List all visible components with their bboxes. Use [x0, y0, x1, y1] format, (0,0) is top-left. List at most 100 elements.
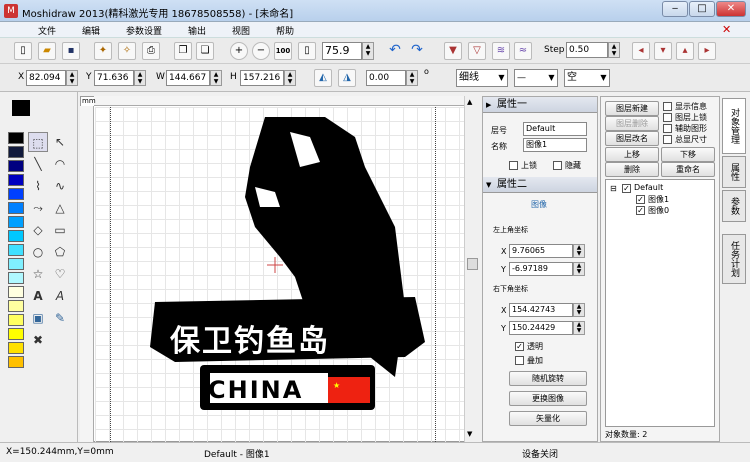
heart-icon[interactable]: ♡	[50, 264, 70, 284]
undo-icon[interactable]: ↶	[386, 42, 404, 60]
zoom-100-icon[interactable]: 100	[274, 42, 292, 60]
tl-x-input[interactable]: 9.76065	[509, 244, 573, 258]
palette-swatch[interactable]	[8, 286, 24, 298]
open-file-icon[interactable]: ▰	[38, 42, 56, 60]
diamond-icon[interactable]: ◇	[28, 220, 48, 240]
palette-swatch[interactable]	[8, 230, 24, 242]
step-spinner[interactable]: ▲ ▼	[608, 42, 620, 58]
zoom-input[interactable]: 75.9	[322, 42, 362, 60]
layer-tree[interactable]: ⊟ ✓ Default ✓ 图像1 ✓ 图像0	[605, 179, 715, 427]
hatch-icon[interactable]: ≋	[492, 42, 510, 60]
page-icon[interactable]: ▯	[298, 42, 316, 60]
print-icon[interactable]: ⎙	[142, 42, 160, 60]
bezier-icon[interactable]: ⤳	[28, 198, 48, 218]
menu-view[interactable]: 视图	[232, 24, 250, 37]
line-width-dropdown-icon[interactable]: ▼	[496, 70, 507, 86]
scroll-up-icon[interactable]: ▲	[467, 98, 472, 106]
triangle-icon[interactable]: △	[50, 198, 70, 218]
step-input[interactable]: 0.50	[566, 42, 608, 58]
zoom-out-icon[interactable]: −	[252, 42, 270, 60]
scroll-thumb[interactable]	[467, 258, 478, 270]
move-up-icon[interactable]: ▴	[676, 42, 694, 60]
replace-image-button[interactable]: 更换图像	[509, 391, 587, 406]
fill-dropdown-icon[interactable]: ▼	[598, 70, 609, 86]
minimize-button[interactable]: ‒	[662, 1, 688, 17]
polygon-icon[interactable]: ⬠	[50, 242, 70, 262]
w-spinner[interactable]: ▲ ▼	[210, 70, 222, 86]
flip-horizontal-icon[interactable]: ◭	[314, 69, 332, 87]
overlay-checkbox[interactable]	[515, 356, 524, 365]
angle-spinner[interactable]: ▲ ▼	[406, 70, 418, 86]
tree-root-checkbox[interactable]: ✓	[622, 184, 631, 193]
image-icon[interactable]: ▣	[28, 308, 48, 328]
copy-icon[interactable]: ❐	[174, 42, 192, 60]
line-icon[interactable]: ╲	[28, 154, 48, 174]
palette-swatch[interactable]	[8, 174, 24, 186]
pointer-icon[interactable]: ↖	[50, 132, 70, 152]
palette-swatch[interactable]	[8, 342, 24, 354]
collapse-1-icon[interactable]: ▶	[486, 101, 491, 109]
move-down-icon[interactable]: ▾	[654, 42, 672, 60]
align-icon[interactable]: ▼	[444, 42, 462, 60]
menu-output[interactable]: 输出	[188, 24, 206, 37]
aux-graphics-checkbox[interactable]	[663, 124, 672, 133]
tab-parameters[interactable]: 参数	[722, 190, 746, 222]
palette-swatch[interactable]	[8, 258, 24, 270]
menu-edit[interactable]: 编辑	[82, 24, 100, 37]
menu-file[interactable]: 文件	[38, 24, 56, 37]
wave-icon[interactable]: ≈	[514, 42, 532, 60]
rectangle-icon[interactable]: ▭	[50, 220, 70, 240]
tab-task-plan[interactable]: 任务计划	[722, 234, 746, 284]
flip-vertical-icon[interactable]: ◮	[338, 69, 356, 87]
tl-x-spinner[interactable]: ▲ ▼	[573, 244, 585, 258]
palette-swatch[interactable]	[8, 244, 24, 256]
y-input[interactable]: 71.636	[94, 70, 134, 86]
y-spinner[interactable]: ▲ ▼	[134, 70, 146, 86]
palette-swatch[interactable]	[8, 328, 24, 340]
tree-item-0-checkbox[interactable]: ✓	[636, 206, 645, 215]
br-x-spinner[interactable]: ▲ ▼	[573, 303, 585, 317]
palette-swatch[interactable]	[8, 146, 24, 158]
maximize-button[interactable]: □	[689, 1, 715, 17]
export-icon[interactable]: ✧	[118, 42, 136, 60]
curve-icon[interactable]: ∿	[50, 176, 70, 196]
tree-item-1-checkbox[interactable]: ✓	[636, 195, 645, 204]
transparent-checkbox[interactable]: ✓	[515, 342, 524, 351]
x-spinner[interactable]: ▲ ▼	[66, 70, 78, 86]
tab-properties[interactable]: 属性	[722, 156, 746, 188]
zoom-spinner[interactable]: ▲ ▼	[362, 42, 374, 60]
collapse-2-icon[interactable]: ▼	[486, 181, 491, 189]
layer-input[interactable]: Default	[523, 122, 587, 136]
tree-item-0-label[interactable]: 图像0	[648, 205, 669, 216]
palette-swatch[interactable]	[8, 300, 24, 312]
palette-swatch[interactable]	[8, 132, 24, 144]
move-right-icon[interactable]: ▸	[698, 42, 716, 60]
random-rotate-button[interactable]: 随机旋转	[509, 371, 587, 386]
h-spinner[interactable]: ▲ ▼	[284, 70, 296, 86]
new-layer-button[interactable]: 图层新建	[605, 101, 659, 116]
tree-item-1-label[interactable]: 图像1	[648, 194, 669, 205]
br-y-input[interactable]: 150.24429	[509, 321, 573, 335]
tl-y-spinner[interactable]: ▲ ▼	[573, 262, 585, 276]
scroll-down-icon[interactable]: ▼	[467, 430, 472, 438]
delete-tool-icon[interactable]: ✖	[28, 330, 48, 350]
palette-swatch[interactable]	[8, 356, 24, 368]
polyline-icon[interactable]: ⌇	[28, 176, 48, 196]
palette-swatch[interactable]	[8, 188, 24, 200]
lock-layer-checkbox[interactable]	[663, 113, 672, 122]
palette-swatch[interactable]	[8, 272, 24, 284]
delete-object-button[interactable]: 删除	[605, 162, 659, 177]
close-button[interactable]: ✕	[716, 1, 746, 17]
move-up-button[interactable]: 上移	[605, 147, 659, 162]
h-input[interactable]: 157.216	[240, 70, 284, 86]
palette-swatch[interactable]	[8, 160, 24, 172]
mdi-close-icon[interactable]: ✕	[722, 23, 731, 36]
property-one-header[interactable]: 属性一	[483, 97, 597, 113]
circle-icon[interactable]: ○	[28, 242, 48, 262]
angle-input[interactable]: 0.00	[366, 70, 406, 86]
tab-object-manager[interactable]: 对象管理	[722, 98, 746, 154]
zoom-in-icon[interactable]: +	[230, 42, 248, 60]
import-icon[interactable]: ✦	[94, 42, 112, 60]
w-input[interactable]: 144.667	[166, 70, 210, 86]
br-y-spinner[interactable]: ▲ ▼	[573, 321, 585, 335]
